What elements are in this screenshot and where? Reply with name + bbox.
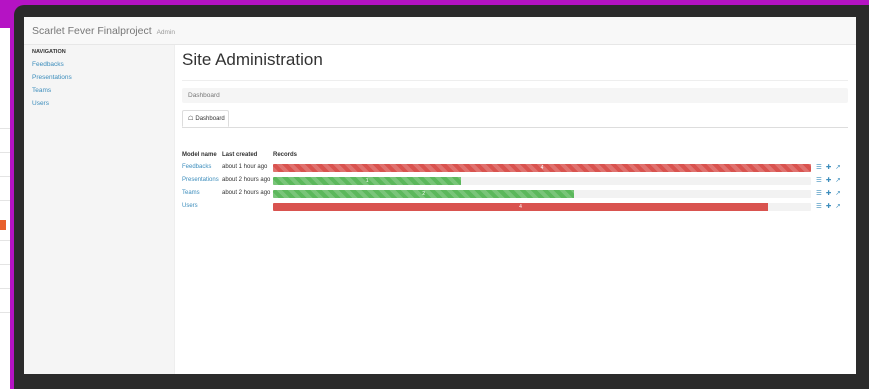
row-actions: ☰ ✚ ↗ [816, 202, 845, 211]
sidebar-item-users[interactable]: Users [32, 100, 174, 107]
home-icon: ☖ [188, 116, 194, 122]
external-link-icon[interactable]: ↗ [835, 176, 840, 185]
row-actions: ☰ ✚ ↗ [816, 176, 845, 185]
records-progress-fill: 4 [273, 164, 811, 172]
row-actions: ☰ ✚ ↗ [816, 163, 845, 172]
sidebar: NAVIGATION Feedbacks Presentations Teams… [24, 45, 175, 374]
records-progress-fill: 1 [273, 177, 462, 185]
plus-icon[interactable]: ✚ [826, 202, 831, 211]
external-link-icon[interactable]: ↗ [835, 202, 840, 211]
model-link-feedbacks[interactable]: Feedbacks [182, 164, 211, 170]
records-progress-fill: 2 [273, 190, 575, 198]
last-created-cell: about 2 hours ago [222, 177, 271, 183]
breadcrumb: Dashboard [182, 88, 848, 103]
records-count: 2 [422, 191, 426, 197]
table-row: Users 4 ☰ ✚ ↗ [182, 201, 848, 214]
top-navbar: Scarlet Fever Finalproject Admin [24, 17, 856, 45]
list-icon[interactable]: ☰ [816, 202, 822, 211]
tab-bar: ☖ Dashboard [182, 110, 848, 128]
header-last-created: Last created [222, 152, 258, 158]
plus-icon[interactable]: ✚ [826, 189, 831, 198]
page-title: Site Administration [182, 50, 323, 69]
records-count: 1 [365, 178, 369, 184]
sidebar-item-presentations[interactable]: Presentations [32, 74, 174, 81]
records-progress-fill: 4 [273, 203, 768, 211]
last-created-cell: about 1 hour ago [222, 164, 268, 170]
model-link-teams[interactable]: Teams [182, 190, 200, 196]
plus-icon[interactable]: ✚ [826, 163, 831, 172]
records-progress-bar: 4 [273, 203, 811, 211]
header-model-name: Model name [182, 152, 217, 158]
main-content: Site Administration Dashboard ☖ Dashboar… [182, 45, 848, 374]
records-count: 4 [540, 165, 544, 171]
tab-dashboard-label: Dashboard [195, 115, 225, 122]
records-progress-bar: 4 [273, 164, 811, 172]
brand-link[interactable]: Scarlet Fever Finalproject Admin [32, 25, 175, 37]
table-row: Feedbacks about 1 hour ago 4 ☰ ✚ ↗ [182, 162, 848, 175]
brand-name: Scarlet Fever Finalproject [32, 24, 152, 37]
sidebar-item-teams[interactable]: Teams [32, 87, 174, 94]
admin-app: Scarlet Fever Finalproject Admin NAVIGAT… [24, 17, 856, 374]
header-records: Records [273, 152, 298, 158]
table-row: Presentations about 2 hours ago 1 ☰ ✚ ↗ [182, 175, 848, 188]
brand-suffix: Admin [156, 28, 175, 36]
background-accent-mark [0, 220, 6, 230]
table-header-row: Model name Last created Records [182, 150, 848, 162]
model-link-presentations[interactable]: Presentations [182, 177, 219, 183]
sidebar-item-feedbacks[interactable]: Feedbacks [32, 61, 174, 68]
records-progress-bar: 2 [273, 190, 811, 198]
background-window-strip [0, 28, 10, 389]
last-created-cell: about 2 hours ago [222, 190, 271, 196]
breadcrumb-item-dashboard: Dashboard [188, 92, 220, 99]
external-link-icon[interactable]: ↗ [835, 189, 840, 198]
models-table: Model name Last created Records Feedback… [182, 150, 848, 214]
records-count: 4 [519, 204, 522, 210]
plus-icon[interactable]: ✚ [826, 176, 831, 185]
navigation-header: NAVIGATION [32, 49, 66, 55]
table-row: Teams about 2 hours ago 2 ☰ ✚ ↗ [182, 188, 848, 201]
list-icon[interactable]: ☰ [816, 176, 822, 185]
row-actions: ☰ ✚ ↗ [816, 189, 845, 198]
model-link-users[interactable]: Users [182, 203, 198, 209]
list-icon[interactable]: ☰ [816, 189, 822, 198]
list-icon[interactable]: ☰ [816, 163, 822, 172]
external-link-icon[interactable]: ↗ [835, 163, 840, 172]
tab-dashboard[interactable]: ☖ Dashboard [182, 110, 229, 127]
title-divider [182, 80, 848, 81]
records-progress-bar: 1 [273, 177, 811, 185]
